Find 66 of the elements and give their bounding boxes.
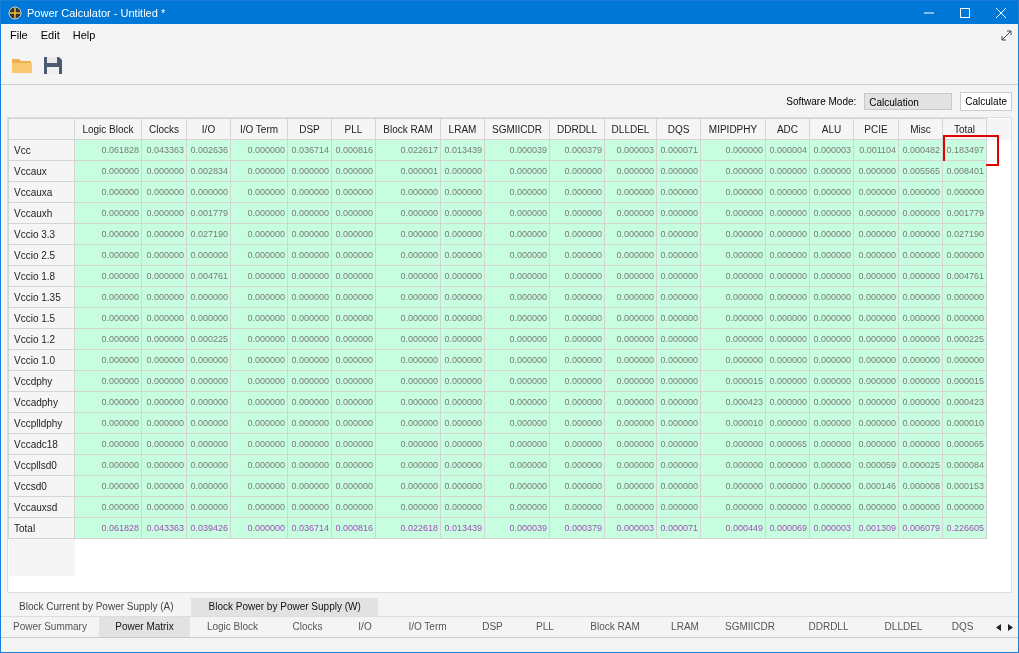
row-header: Vcc — [8, 139, 75, 161]
close-icon[interactable] — [996, 7, 1006, 18]
row-header: Vccauxsd — [8, 496, 75, 518]
row-header: Vccplldphy — [8, 412, 75, 434]
row-header: Vccauxh — [8, 202, 75, 224]
page-tab[interactable]: I/O Term — [390, 617, 465, 637]
page-tab[interactable]: Logic Block — [190, 617, 275, 637]
page-tab[interactable]: PLL — [520, 617, 570, 637]
row-header: Total — [8, 517, 75, 539]
row-header: Vccio 1.35 — [8, 286, 75, 308]
page-tab[interactable]: Block RAM — [570, 617, 660, 637]
row-header: Vccio 1.5 — [8, 307, 75, 329]
page-tab[interactable]: DDRDLL — [790, 617, 867, 637]
row-header: Vccio 1.0 — [8, 349, 75, 371]
column-header: MIPIDPHY — [700, 118, 766, 140]
view-tab[interactable]: Block Power by Power Supply (W) — [190, 598, 378, 616]
column-header: I/O Term — [230, 118, 288, 140]
scroll-left-icon[interactable] — [996, 623, 1001, 631]
page-tab[interactable]: Clocks — [275, 617, 340, 637]
view-tab[interactable]: Block Current by Power Supply (A) — [1, 598, 191, 616]
column-header: I/O — [186, 118, 231, 140]
app-icon — [8, 5, 22, 20]
mode-label: Software Mode: — [786, 95, 857, 107]
column-header: Misc — [898, 118, 943, 140]
page-tab[interactable]: LRAM — [660, 617, 710, 637]
column-header: LRAM — [440, 118, 485, 140]
restore-icon[interactable] — [1001, 29, 1012, 41]
column-header: Clocks — [141, 118, 187, 140]
page-tab[interactable]: Power Summary — [1, 617, 99, 637]
row-header: Vccadc18 — [8, 433, 75, 455]
menu-item[interactable]: File — [10, 29, 28, 41]
page-tab[interactable]: SGMIICDR — [710, 617, 790, 637]
maximize-icon[interactable] — [960, 7, 970, 18]
column-header: PCIE — [853, 118, 899, 140]
column-header: DQS — [656, 118, 701, 140]
column-header: Block RAM — [375, 118, 441, 140]
row-header: Vccio 2.5 — [8, 244, 75, 266]
column-header: DDRDLL — [549, 118, 605, 140]
row-header: Vccaux — [8, 160, 75, 182]
window-title: Power Calculator - Untitled * — [27, 6, 166, 19]
row-header: Vccio 1.2 — [8, 328, 75, 350]
column-header: PLL — [331, 118, 376, 140]
page-tab[interactable]: Power Matrix — [99, 617, 190, 637]
row-header: Vccio 3.3 — [8, 223, 75, 245]
page-tab[interactable]: DLLDEL — [867, 617, 940, 637]
calculate-button[interactable]: Calculate — [960, 91, 1012, 111]
save-icon[interactable] — [43, 55, 63, 75]
row-header: Vccadphy — [8, 391, 75, 413]
column-header: SGMIICDR — [484, 118, 550, 140]
row-header: Vccdphy — [8, 370, 75, 392]
menu-item[interactable]: Help — [72, 29, 96, 41]
mode-field[interactable]: Calculation — [864, 92, 953, 110]
row-header: Vccsd0 — [8, 475, 75, 497]
page-tab[interactable]: DSP — [465, 617, 520, 637]
page-tab[interactable]: DQS — [940, 617, 985, 637]
row-header: Vccio 1.8 — [8, 265, 75, 287]
column-header: ADC — [765, 118, 810, 140]
page-tab[interactable]: I/O — [340, 617, 390, 637]
column-header: DSP — [287, 118, 332, 140]
menu-item[interactable]: Edit — [40, 29, 60, 41]
column-header: Logic Block — [74, 118, 142, 140]
column-header: DLLDEL — [604, 118, 657, 140]
scroll-right-icon[interactable] — [1008, 623, 1013, 631]
row-header: Vccpllsd0 — [8, 454, 75, 476]
row-header: Vccauxa — [8, 181, 75, 203]
column-header: ALU — [809, 118, 854, 140]
